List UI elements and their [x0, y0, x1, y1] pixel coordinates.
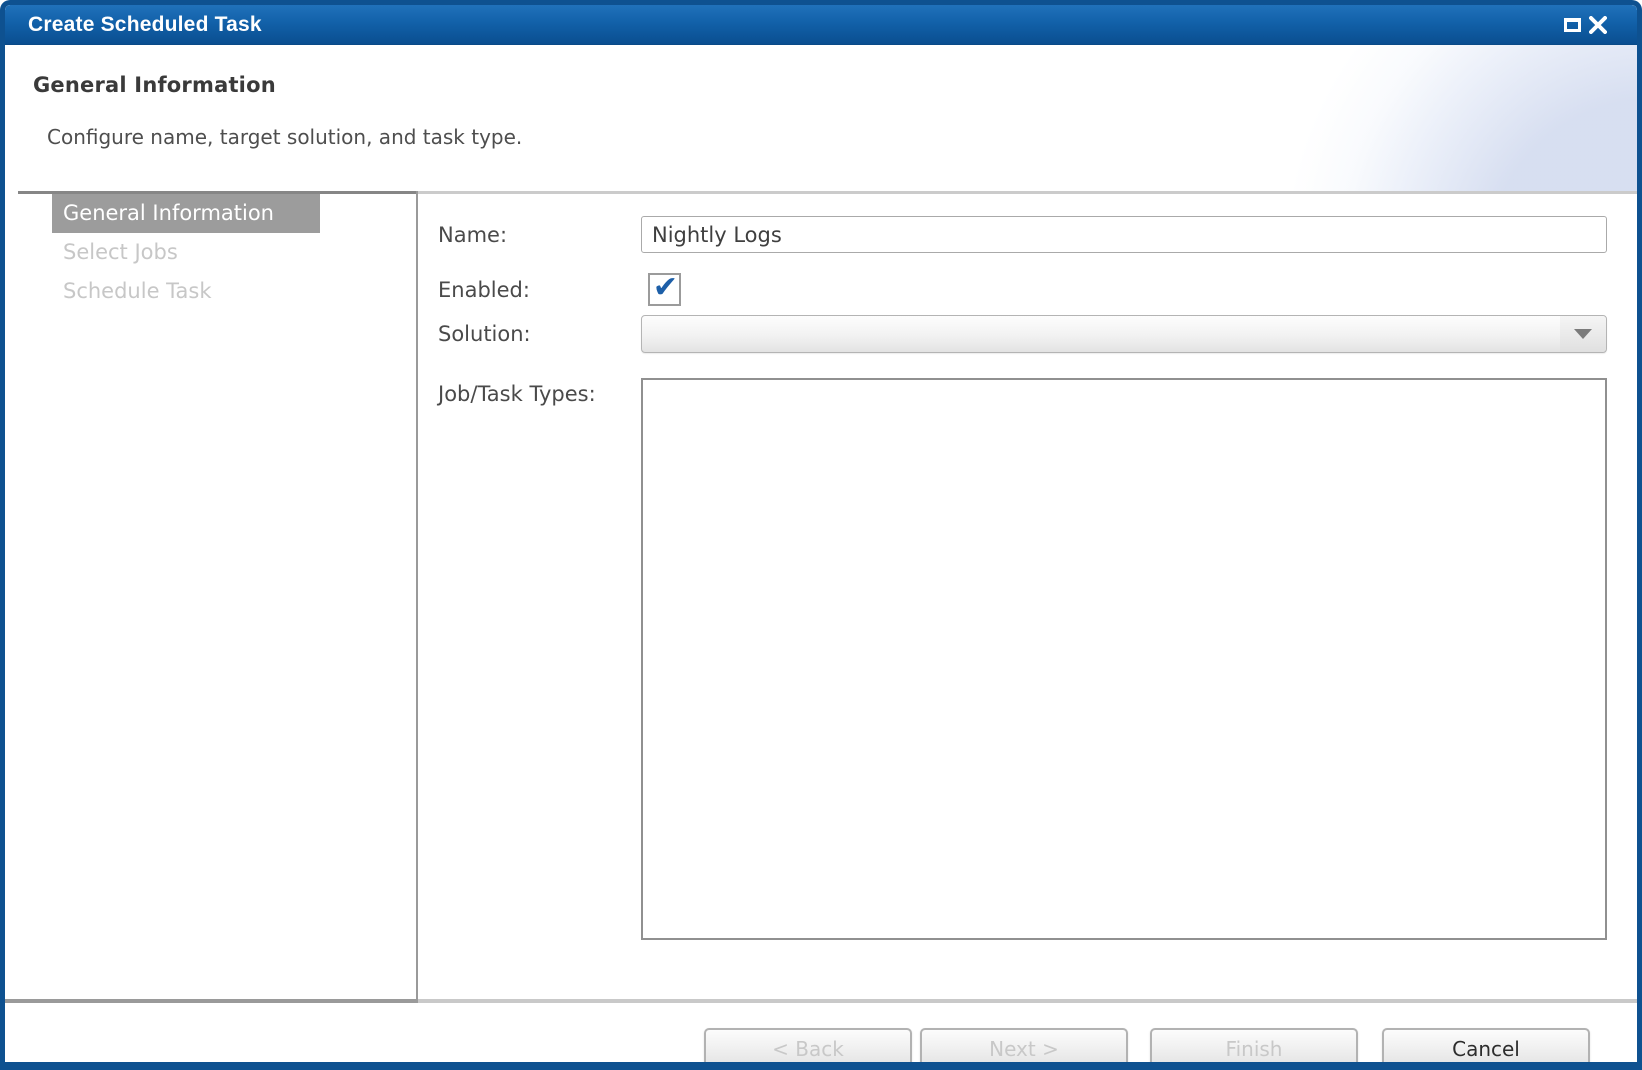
job-task-types-label: Job/Task Types:	[438, 378, 641, 406]
close-icon	[1589, 16, 1607, 34]
job-task-types-listbox[interactable]	[641, 378, 1607, 940]
wizard-body: General Information Select Jobs Schedule…	[5, 191, 1637, 999]
solution-row: Solution:	[438, 315, 1607, 353]
general-information-form: Name: Enabled: ✔ Solution: Job	[418, 191, 1637, 999]
name-label: Name:	[438, 223, 641, 247]
name-row: Name:	[438, 216, 1607, 253]
wizard-steps-sidebar: General Information Select Jobs Schedule…	[5, 191, 416, 999]
steps-list: General Information Select Jobs Schedule…	[5, 194, 416, 311]
chevron-down-icon	[1574, 329, 1592, 339]
job-task-types-row: Job/Task Types:	[438, 378, 1607, 940]
enabled-row: Enabled: ✔	[438, 273, 1607, 306]
title-bar: Create Scheduled Task	[5, 5, 1637, 45]
solution-dropdown-arrow-button[interactable]	[1560, 316, 1606, 352]
step-schedule-task: Schedule Task	[52, 272, 320, 311]
name-input[interactable]	[641, 216, 1607, 253]
enabled-checkbox[interactable]: ✔	[648, 273, 681, 306]
maximize-icon	[1564, 18, 1581, 32]
enabled-label: Enabled:	[438, 278, 641, 302]
solution-label: Solution:	[438, 322, 641, 346]
create-scheduled-task-dialog: Create Scheduled Task General Informatio…	[0, 0, 1642, 1070]
step-select-jobs: Select Jobs	[52, 233, 320, 272]
page-subtitle: Configure name, target solution, and tas…	[47, 125, 522, 149]
finish-button[interactable]: Finish	[1150, 1028, 1358, 1070]
solution-dropdown[interactable]	[641, 315, 1607, 353]
cancel-button[interactable]: Cancel	[1382, 1028, 1590, 1070]
close-button[interactable]	[1585, 12, 1611, 38]
checkmark-icon: ✔	[653, 273, 678, 303]
page-title: General Information	[33, 73, 276, 97]
wizard-footer: < Back Next > Finish Cancel	[5, 1003, 1637, 1062]
back-button[interactable]: < Back	[704, 1028, 912, 1070]
step-general-information[interactable]: General Information	[52, 194, 320, 233]
window-title: Create Scheduled Task	[28, 13, 262, 37]
maximize-button[interactable]	[1559, 12, 1585, 38]
wizard-header: General Information Configure name, targ…	[5, 45, 1637, 191]
next-button[interactable]: Next >	[920, 1028, 1128, 1070]
